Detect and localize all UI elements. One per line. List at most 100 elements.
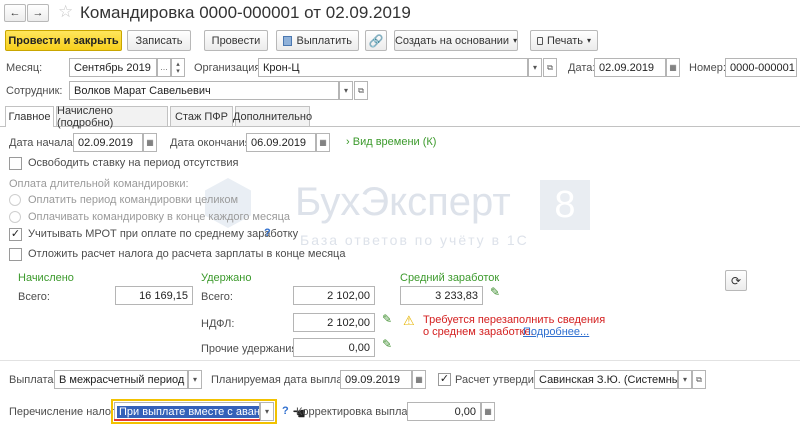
average-earnings-field[interactable]: 3 233,83: [400, 286, 483, 305]
end-date-field[interactable]: 06.09.2019: [246, 133, 316, 152]
start-calendar-button[interactable]: ▦: [143, 133, 157, 152]
mrot-help-icon[interactable]: ?: [264, 227, 271, 239]
approved-by-open-button[interactable]: ⧉: [692, 370, 706, 389]
chevron-down-icon: ▾: [192, 375, 197, 384]
pay-label: Выплатить: [296, 34, 352, 47]
back-button[interactable]: ←: [4, 4, 26, 22]
forward-button[interactable]: →: [27, 4, 49, 22]
edit-ndfl-pencil-icon[interactable]: ✎: [382, 312, 392, 326]
refresh-button[interactable]: ⟳: [725, 270, 747, 291]
ndfl-field[interactable]: 2 102,00: [293, 313, 375, 332]
create-based-on-button[interactable]: Создать на основании ▾: [394, 30, 518, 51]
date-label: Дата:: [568, 62, 596, 74]
chevron-right-icon: ›: [346, 136, 350, 148]
accrued-header: Начислено: [18, 272, 74, 284]
month-label: Месяц:: [6, 62, 43, 74]
number-field[interactable]: 0000-000001: [725, 58, 797, 77]
pay-button[interactable]: Выплатить: [276, 30, 359, 51]
section-divider: [0, 360, 800, 361]
calendar-icon: ▦: [669, 63, 677, 72]
postpone-tax-label: Отложить расчет налога до расчета зарпла…: [28, 248, 346, 260]
accrued-total-field[interactable]: 16 169,15: [115, 286, 193, 305]
organization-dropdown-button[interactable]: ▾: [528, 58, 542, 77]
post-button[interactable]: Провести: [204, 30, 268, 51]
post-and-close-button[interactable]: Провести и закрыть: [5, 30, 122, 51]
calendar-icon: ▦: [146, 138, 154, 147]
chevron-down-icon: ▾: [586, 36, 591, 45]
calendar-icon: ▦: [319, 138, 327, 147]
mrot-checkbox[interactable]: ✓: [9, 228, 22, 241]
date-field[interactable]: 02.09.2019: [594, 58, 666, 77]
tax-transfer-underline: [114, 419, 260, 421]
tab-accrued-detailed[interactable]: Начислено (подробно): [56, 105, 168, 129]
pay-icon: [283, 35, 292, 46]
mrot-label: Учитывать МРОТ при оплате по среднему за…: [28, 228, 299, 240]
end-calendar-button[interactable]: ▦: [316, 133, 330, 152]
calendar-button[interactable]: ▦: [666, 58, 680, 77]
calculation-approved-label: Расчет утвердил: [455, 374, 541, 386]
approved-by-field[interactable]: Савинская З.Ю. (Системный п: [534, 370, 678, 389]
more-details-link[interactable]: Подробнее...: [523, 326, 589, 338]
warning-text-line2: о среднем заработке.: [423, 326, 534, 338]
organization-label: Организация:: [194, 62, 264, 74]
long-trip-payment-label: Оплата длительной командировки:: [9, 178, 189, 190]
planned-calendar-button[interactable]: ▦: [412, 370, 426, 389]
pay-full-period-radio[interactable]: [9, 194, 21, 206]
other-withholdings-field[interactable]: 0,00: [293, 338, 375, 357]
month-stepper[interactable]: ▴ ▾: [171, 58, 185, 77]
attachment-button[interactable]: 🔗: [365, 30, 387, 51]
chevron-down-icon: ▾: [513, 36, 518, 45]
payout-select[interactable]: В межрасчетный период: [54, 370, 188, 389]
calculator-icon: ▦: [484, 407, 492, 416]
arrow-left-icon: ←: [9, 7, 21, 19]
payout-label: Выплата:: [9, 374, 57, 386]
start-date-field[interactable]: 02.09.2019: [73, 133, 143, 152]
approved-by-dropdown-button[interactable]: ▾: [678, 370, 692, 389]
organization-field[interactable]: Крон-Ц: [258, 58, 528, 77]
release-rate-label: Освободить ставку на период отсутствия: [28, 157, 239, 169]
organization-open-button[interactable]: ⧉: [543, 58, 557, 77]
calculation-approved-checkbox[interactable]: ✓: [438, 373, 451, 386]
payout-correction-field[interactable]: 0,00: [407, 402, 481, 421]
tab-additional[interactable]: Дополнительно: [233, 106, 312, 126]
month-field[interactable]: Сентябрь 2019: [69, 58, 157, 77]
planned-date-field[interactable]: 09.09.2019: [340, 370, 412, 389]
tax-transfer-dropdown-button[interactable]: ▾: [260, 402, 274, 421]
withheld-total-label: Всего:: [201, 291, 233, 303]
watermark-brand: БухЭксперт: [295, 180, 511, 224]
tab-pension-experience[interactable]: Стаж ПФР: [170, 106, 233, 126]
edit-other-pencil-icon[interactable]: ✎: [382, 337, 392, 351]
time-kind-link[interactable]: › Вид времени (К): [346, 136, 436, 148]
chevron-up-icon: ▴: [176, 60, 180, 68]
month-select-button[interactable]: …: [157, 58, 171, 77]
create-based-label: Создать на основании: [394, 34, 510, 47]
favorite-star-icon[interactable]: ☆: [58, 2, 73, 22]
release-rate-checkbox[interactable]: [9, 157, 22, 170]
window-title: Командировка 0000-000001 от 02.09.2019: [80, 3, 411, 22]
payout-correction-calculator-button[interactable]: ▦: [481, 402, 495, 421]
pay-monthly-radio[interactable]: [9, 211, 21, 223]
postpone-tax-checkbox[interactable]: [9, 248, 22, 261]
paperclip-icon: 🔗: [368, 33, 384, 48]
employee-dropdown-button[interactable]: ▾: [339, 81, 353, 100]
tab-main[interactable]: Главное: [5, 106, 54, 127]
chevron-down-icon: ▾: [264, 407, 269, 416]
print-label: Печать: [546, 34, 583, 47]
tax-transfer-help-icon[interactable]: ?: [282, 405, 289, 417]
planned-date-label: Планируемая дата выплаты:: [211, 374, 359, 386]
withheld-total-field[interactable]: 2 102,00: [293, 286, 375, 305]
watermark-tagline: База ответов по учёту в 1С: [300, 232, 529, 248]
payout-dropdown-button[interactable]: ▾: [188, 370, 202, 389]
save-button[interactable]: Записать: [127, 30, 191, 51]
ndfl-label: НДФЛ:: [201, 318, 235, 330]
employee-label: Сотрудник:: [6, 85, 63, 97]
withheld-header: Удержано: [201, 272, 252, 284]
chevron-down-icon: ▾: [176, 67, 180, 75]
employee-open-button[interactable]: ⧉: [354, 81, 368, 100]
chevron-down-icon: ▾: [682, 375, 687, 384]
tax-transfer-label: Перечисление налога:: [9, 406, 124, 418]
tax-transfer-value: При выплате вместе с авансом: [117, 405, 259, 418]
print-button[interactable]: Печать ▾: [530, 30, 598, 51]
employee-field[interactable]: Волков Марат Савельевич: [69, 81, 339, 100]
edit-average-pencil-icon[interactable]: ✎: [490, 285, 500, 299]
